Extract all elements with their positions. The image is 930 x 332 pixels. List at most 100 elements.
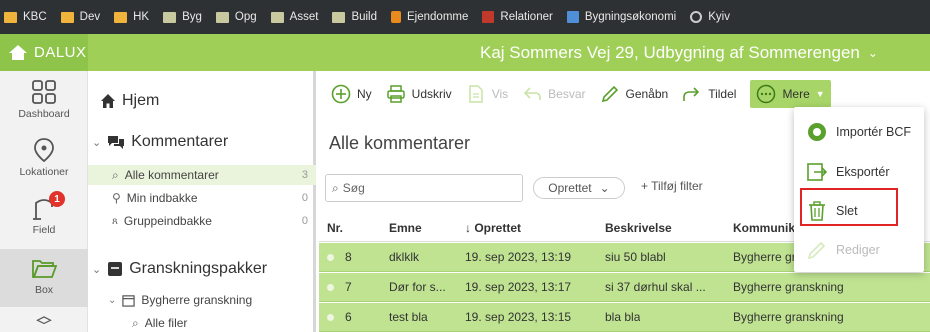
site-icon [482, 11, 495, 23]
comments-icon [108, 136, 125, 149]
bookmark-build[interactable]: Build [332, 11, 377, 23]
more-dots-icon [757, 84, 776, 104]
folder-icon [4, 11, 17, 23]
tree-item-hjem[interactable]: Hjem [88, 89, 316, 113]
tree-item-gruppeindbakke[interactable]: ጸ Gruppeindbakke 0 [88, 211, 316, 231]
chevron-down-icon: ⌄ [867, 45, 878, 60]
package-icon [108, 262, 123, 276]
field-icon: 1 [31, 191, 65, 221]
bookmark-ejendomme[interactable]: Ejendomme [391, 11, 468, 23]
rail-item-cube[interactable] [0, 315, 88, 332]
tree-item-bygherre-granskning[interactable]: ⌄ Bygherre granskning [88, 290, 316, 310]
status-dot [327, 284, 334, 291]
bookmark-opg[interactable]: Opg [215, 11, 257, 23]
chevron-down-icon: ⌄ [92, 263, 102, 276]
globe-icon [690, 11, 703, 23]
column-header-emne[interactable]: Emne [389, 214, 422, 242]
reopen-button[interactable]: Genåbn [600, 84, 668, 104]
column-header-nr[interactable]: Nr. [327, 214, 343, 242]
bookmark-byg[interactable]: Byg [163, 11, 202, 23]
reply-icon [524, 87, 541, 100]
folder-icon [215, 11, 229, 23]
search-icon: ⌕ [112, 167, 119, 182]
calendar-icon [122, 294, 136, 307]
tree-item-min-indbakke[interactable]: ⚲ Min indbakke 0 [88, 188, 316, 208]
chevron-down-icon: ⌄ [108, 294, 117, 306]
pencil-icon [601, 85, 618, 103]
assign-button[interactable]: Tildel [682, 84, 736, 104]
status-dot [327, 254, 334, 261]
search-input[interactable]: ⌕ Søg [325, 174, 523, 202]
new-button[interactable]: Ny [331, 84, 372, 104]
project-selector[interactable]: Kaj Sommers Vej 29, Udbygning af Sommere… [480, 34, 878, 71]
rail-item-box[interactable]: Box [0, 249, 88, 307]
bcf-logo-icon [808, 123, 826, 141]
menu-item-export[interactable]: Eksportér [794, 153, 924, 191]
folder-icon [60, 11, 74, 23]
rail-item-dashboard[interactable]: Dashboard [0, 79, 88, 131]
rail-item-lokationer[interactable]: Lokationer [0, 137, 88, 189]
count-badge: 3 [301, 169, 308, 181]
rail-item-field[interactable]: 1 Field [0, 191, 88, 247]
folder-icon [163, 11, 177, 23]
search-icon: ⌕ [332, 180, 339, 195]
search-icon: ⌕ [132, 315, 139, 330]
column-header-oprettet[interactable]: ↓ Oprettet [465, 214, 521, 242]
chevron-down-icon: ▼ [815, 89, 825, 99]
site-icon [391, 11, 402, 23]
table-row[interactable]: 7 Dør for s... 19. sep 2023, 13:17 si 37… [319, 273, 930, 302]
count-badge: 0 [301, 192, 308, 204]
folder-open-icon [32, 260, 57, 278]
home-icon [8, 44, 28, 61]
user-icon: ⚲ [112, 191, 121, 205]
export-icon [807, 163, 828, 181]
tree-item-alle-kommentarer[interactable]: ⌕ Alle kommentarer 3 [88, 165, 316, 185]
add-filter-button[interactable]: + Tilføj filter [641, 179, 703, 193]
column-header-kommunikation[interactable]: Kommunika [733, 214, 802, 242]
dashboard-icon [32, 80, 56, 104]
bookmark-kbc[interactable]: KBC [4, 11, 47, 23]
column-header-beskrivelse[interactable]: Beskrivelse [605, 214, 672, 242]
document-icon [468, 85, 483, 103]
more-button[interactable]: Mere ▼ [750, 80, 831, 108]
bookmark-bygningsokonomi[interactable]: Bygningsøkonomi [566, 11, 676, 23]
print-button[interactable]: Udskriv [386, 84, 452, 104]
bookmark-dev[interactable]: Dev [60, 11, 100, 23]
bookmark-relationer[interactable]: Relationer [482, 11, 553, 23]
sort-filter-pill[interactable]: Oprettet ⌄ [533, 177, 625, 199]
count-badge: 0 [301, 215, 308, 227]
view-button[interactable]: Vis [466, 84, 508, 104]
plus-circle-icon [331, 84, 351, 104]
cube-icon [36, 316, 52, 325]
menu-item-import-bcf[interactable]: Importér BCF [794, 113, 924, 151]
chevron-down-icon: ⌄ [599, 181, 610, 195]
folder-icon [114, 11, 128, 23]
bookmarks-bar: KBC Dev HK Byg Opg Asset Build Ejendomme… [0, 0, 930, 34]
home-icon [101, 94, 115, 108]
dalux-logo[interactable]: DALUX [0, 34, 88, 71]
chevron-down-icon: ⌄ [92, 136, 102, 149]
reply-button[interactable]: Besvar [522, 84, 586, 104]
table-row[interactable]: 6 test bla 19. sep 2023, 13:15 bla bla B… [319, 303, 930, 332]
printer-icon [386, 85, 405, 103]
status-dot [327, 314, 334, 321]
bookmark-asset[interactable]: Asset [270, 11, 318, 23]
notification-badge: 1 [49, 191, 65, 207]
folder-icon [270, 11, 284, 23]
annotation-highlight-box [800, 188, 898, 226]
group-icon: ጸ [112, 215, 118, 227]
tree-item-kommentarer[interactable]: ⌄ Kommentarer [88, 130, 316, 154]
bookmark-hk[interactable]: HK [114, 11, 149, 23]
tree-item-alle-filer[interactable]: ⌕ Alle filer [88, 314, 316, 332]
bookmark-kyiv[interactable]: Kyiv [690, 11, 730, 23]
app-header: DALUX Kaj Sommers Vej 29, Udbygning af S… [0, 34, 930, 71]
forward-arrow-icon [683, 87, 700, 101]
folder-icon [332, 11, 346, 23]
navigation-tree: Hjem ⌄ Kommentarer ⌕ Alle kommentarer 3 … [88, 71, 316, 332]
menu-item-edit[interactable]: Rediger [794, 231, 924, 269]
location-pin-icon [34, 138, 54, 163]
module-rail: Dashboard Lokationer 1 Field Box [0, 71, 88, 332]
page-title: Alle kommentarer [329, 133, 471, 153]
tree-item-granskningspakker[interactable]: ⌄ Granskningspakker [88, 257, 316, 281]
site-icon [566, 11, 579, 23]
